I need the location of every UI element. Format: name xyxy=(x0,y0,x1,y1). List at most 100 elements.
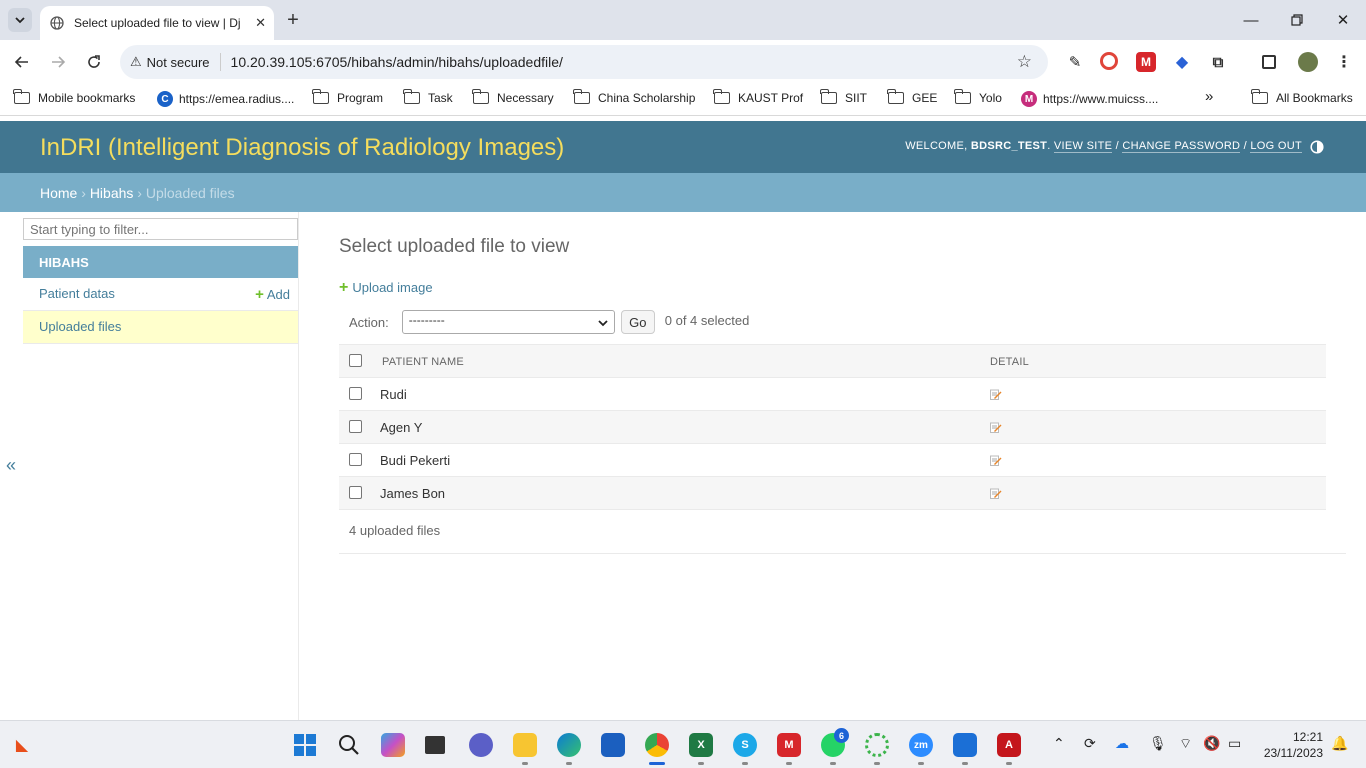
bookmark-china-scholarship[interactable]: China Scholarship xyxy=(573,89,695,105)
loading-app-icon[interactable] xyxy=(865,733,889,757)
row-checkbox[interactable] xyxy=(349,387,362,400)
battery-icon[interactable]: ▭ xyxy=(1228,735,1241,752)
warning-icon[interactable]: ⚠ xyxy=(130,54,142,70)
bookmark-mobile[interactable]: Mobile bookmarks xyxy=(13,89,135,105)
add-patient-data-link[interactable]: + Add xyxy=(255,286,290,303)
log-out-link[interactable]: LOG OUT xyxy=(1250,140,1302,153)
sidebar-item-label[interactable]: Patient datas xyxy=(39,286,115,301)
theme-toggle-icon[interactable] xyxy=(1310,140,1324,154)
address-bar[interactable]: ⚠ Not secure 10.20.39.105:6705/hibahs/ad… xyxy=(120,45,1048,79)
patient-name-link[interactable]: Agen Y xyxy=(380,420,422,435)
breadcrumb-app[interactable]: Hibahs xyxy=(90,185,134,201)
edge-icon[interactable] xyxy=(557,733,581,757)
side-panel-icon[interactable] xyxy=(1262,55,1276,69)
search-icon[interactable] xyxy=(337,733,361,757)
widgets-icon[interactable]: ◣ xyxy=(10,733,34,757)
table-header-row: PATIENT NAME DETAIL xyxy=(339,344,1326,378)
profile-avatar[interactable] xyxy=(1298,52,1318,72)
mendeley-extension-icon[interactable]: M xyxy=(1136,52,1156,72)
zoom-icon[interactable]: zm xyxy=(909,733,933,757)
mendeley-icon[interactable]: M xyxy=(777,733,801,757)
bookmark-siit[interactable]: SIIT xyxy=(820,89,867,105)
select-all-checkbox[interactable] xyxy=(349,354,362,367)
bookmarks-bar: Mobile bookmarks Chttps://emea.radius...… xyxy=(0,84,1366,116)
patient-name-link[interactable]: Rudi xyxy=(380,387,407,402)
notification-bell-icon[interactable]: 🔔 xyxy=(1331,735,1348,752)
security-label[interactable]: Not secure xyxy=(147,55,210,70)
extensions-puzzle-icon[interactable]: ⧉ xyxy=(1208,52,1228,72)
bookmark-task[interactable]: Task xyxy=(403,89,453,105)
start-icon[interactable] xyxy=(293,733,317,757)
tab-search-button[interactable] xyxy=(8,8,32,32)
reload-icon[interactable] xyxy=(82,50,106,74)
forward-icon[interactable] xyxy=(46,50,70,74)
eyedropper-extension-icon[interactable]: ✎ xyxy=(1065,52,1085,72)
excel-icon[interactable]: X xyxy=(689,733,713,757)
graduation-cap-extension-icon[interactable]: ◆ xyxy=(1172,52,1192,72)
wifi-icon[interactable]: ⌔ xyxy=(1179,735,1192,753)
chat-icon[interactable] xyxy=(469,733,493,757)
patient-name-link[interactable]: James Bon xyxy=(380,486,445,501)
bookmark-gee[interactable]: GEE xyxy=(887,89,937,105)
copilot-icon[interactable] xyxy=(381,733,405,757)
nav-filter-input[interactable] xyxy=(23,218,298,240)
edit-detail-icon[interactable] xyxy=(990,422,1002,433)
row-checkbox[interactable] xyxy=(349,420,362,433)
chevron-up-icon[interactable]: ⌃ xyxy=(1053,735,1065,752)
view-site-link[interactable]: VIEW SITE xyxy=(1053,140,1113,153)
bookmark-necessary[interactable]: Necessary xyxy=(472,89,554,105)
url-text[interactable]: 10.20.39.105:6705/hibahs/admin/hibahs/up… xyxy=(231,54,563,70)
row-checkbox[interactable] xyxy=(349,453,362,466)
breadcrumb-home[interactable]: Home xyxy=(40,185,77,201)
user-tools: WELCOME, BDSRC_TEST. VIEW SITE / CHANGE … xyxy=(905,140,1302,153)
color-picker-extension-icon[interactable] xyxy=(1100,52,1118,70)
new-tab-button[interactable]: + xyxy=(282,9,304,31)
bookmark-yolo[interactable]: Yolo xyxy=(954,89,1002,105)
store-icon[interactable] xyxy=(601,733,625,757)
system-clock[interactable]: 12:21 23/11/2023 xyxy=(1264,729,1323,761)
sidebar-collapse-toggle[interactable]: « xyxy=(6,455,16,476)
all-bookmarks[interactable]: All Bookmarks xyxy=(1251,89,1353,105)
notepad-icon[interactable] xyxy=(953,733,977,757)
sync-icon[interactable]: ⟳ xyxy=(1084,735,1096,752)
bookmark-kaust-prof[interactable]: KAUST Prof xyxy=(713,89,803,105)
task-view-icon[interactable] xyxy=(425,736,445,754)
file-explorer-icon[interactable] xyxy=(513,733,537,757)
chrome-icon[interactable] xyxy=(645,733,669,757)
folder-icon xyxy=(312,89,329,104)
close-tab-icon[interactable]: ✕ xyxy=(255,15,266,31)
more-bookmarks-chevron-icon[interactable]: » xyxy=(1205,88,1213,105)
acrobat-icon[interactable]: A xyxy=(997,733,1021,757)
active-browser-tab[interactable]: Select uploaded file to view | Dj ✕ xyxy=(40,6,274,40)
plus-icon: + xyxy=(255,286,264,303)
bookmark-emea-radius[interactable]: Chttps://emea.radius.... xyxy=(157,91,294,107)
column-header-patient-name[interactable]: PATIENT NAME xyxy=(382,356,464,368)
edit-detail-icon[interactable] xyxy=(990,389,1002,400)
go-button[interactable]: Go xyxy=(620,310,655,334)
bookmark-program[interactable]: Program xyxy=(312,89,383,105)
upload-image-link[interactable]: + Upload image xyxy=(339,279,433,297)
sidebar-item-label[interactable]: Uploaded files xyxy=(39,319,121,334)
skype-icon[interactable]: S xyxy=(733,733,757,757)
minimize-icon[interactable]: — xyxy=(1239,8,1263,32)
bookmark-star-icon[interactable]: ☆ xyxy=(1017,52,1032,72)
action-select[interactable]: --------- xyxy=(401,310,615,334)
running-indicator xyxy=(566,762,572,765)
edit-detail-icon[interactable] xyxy=(990,488,1002,499)
microphone-icon[interactable]: 🎙 xyxy=(1149,735,1167,752)
bookmark-muicss[interactable]: Mhttps://www.muicss.... xyxy=(1021,91,1158,107)
row-checkbox[interactable] xyxy=(349,486,362,499)
change-password-link[interactable]: CHANGE PASSWORD xyxy=(1122,140,1241,153)
volume-muted-icon[interactable]: 🔇 xyxy=(1203,735,1220,752)
more-menu-icon[interactable]: ⋮ xyxy=(1334,52,1354,72)
site-name[interactable]: InDRI (Intelligent Diagnosis of Radiolog… xyxy=(40,134,564,162)
app-caption-hibahs[interactable]: HIBAHS xyxy=(23,246,298,278)
edit-detail-icon[interactable] xyxy=(990,455,1002,466)
restore-icon[interactable] xyxy=(1285,8,1309,32)
running-indicator xyxy=(742,762,748,765)
table-row: Budi Pekerti xyxy=(339,444,1326,477)
patient-name-link[interactable]: Budi Pekerti xyxy=(380,453,450,468)
onedrive-icon[interactable]: ☁ xyxy=(1115,735,1129,752)
back-icon[interactable] xyxy=(10,50,34,74)
close-window-icon[interactable]: ✕ xyxy=(1331,8,1355,32)
